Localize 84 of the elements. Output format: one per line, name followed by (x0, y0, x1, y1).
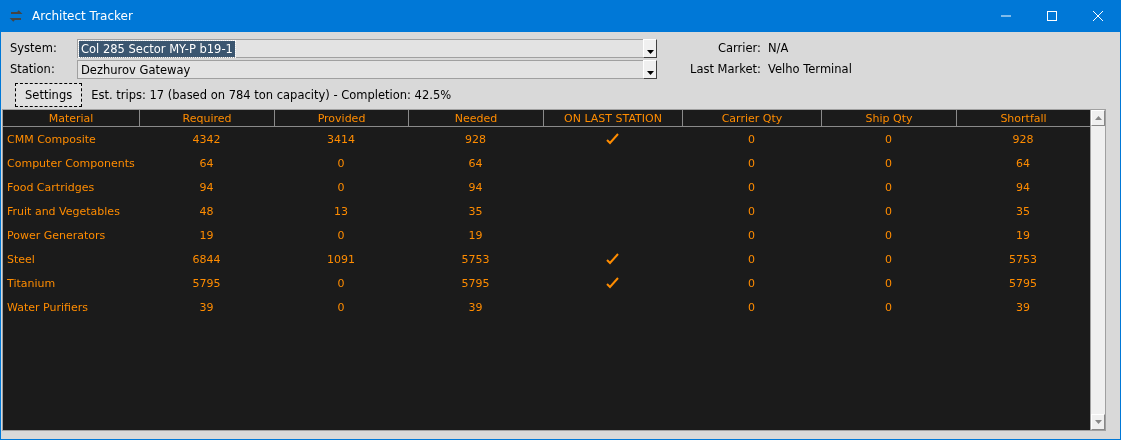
table-cell: 19 (199, 228, 214, 242)
scrollbar[interactable] (1090, 110, 1105, 430)
table-cell: 0 (885, 252, 892, 266)
table-cell: 0 (337, 228, 345, 242)
table-cell: 0 (748, 228, 755, 242)
table-cell: 0 (748, 204, 755, 218)
table-cell: Computer Components (7, 156, 135, 170)
table-cell: 5795 (192, 276, 221, 290)
table-cell: 64 (468, 156, 483, 170)
table-cell: 0 (885, 276, 892, 290)
table-cell: 0 (337, 276, 345, 290)
table-cell: 64 (199, 156, 214, 170)
field-label: Station: (10, 61, 56, 78)
table-cell: 0 (337, 156, 345, 170)
table-cell: 0 (885, 156, 892, 170)
field-label: Last Market: (688, 61, 761, 78)
table-cell: 19 (468, 228, 483, 242)
table-cell: 0 (748, 180, 755, 194)
table-cell: 0 (885, 180, 892, 194)
table-cell: 35 (468, 204, 483, 218)
table-cell: Power Generators (7, 228, 106, 242)
scroll-up-icon[interactable] (1094, 116, 1102, 120)
table-cell: 5795 (461, 276, 490, 290)
table-cell: 1091 (327, 252, 355, 266)
table-cell: 6844 (192, 252, 221, 266)
table-cell: 64 (1016, 156, 1030, 170)
column-header[interactable]: ON LAST STATION (543, 110, 682, 127)
close-icon[interactable] (1093, 11, 1103, 21)
field-label: System: (10, 40, 58, 57)
table-cell: 0 (337, 180, 345, 194)
market-value: Velho Terminal (768, 61, 852, 78)
dropdown-button[interactable] (643, 60, 657, 79)
table-cell: 48 (199, 204, 214, 218)
table-cell: 0 (337, 300, 345, 314)
table-cell: Fruit and Vegetables (7, 204, 120, 218)
table-cell: 39 (468, 300, 483, 314)
table-cell: 94 (199, 180, 214, 194)
table-cell: 0 (885, 132, 892, 146)
table-cell: 0 (748, 276, 755, 290)
caret-icon (646, 71, 654, 75)
table-cell: 0 (885, 228, 892, 242)
table-cell: 0 (748, 132, 755, 146)
dropdown-button[interactable] (643, 39, 657, 58)
table-cell: 35 (1016, 204, 1030, 218)
table-cell: 0 (885, 300, 892, 314)
column-header[interactable]: Required (139, 110, 274, 127)
table-cell: 39 (199, 300, 214, 314)
field-label: Carrier: (717, 40, 761, 57)
table-cell: Water Purifiers (7, 300, 88, 314)
table-cell: 928 (1012, 132, 1034, 146)
table-cell: CMM Composite (7, 132, 96, 146)
table-cell: 94 (1016, 180, 1030, 194)
arrows-icon (8, 9, 24, 23)
table-cell: 5753 (1009, 252, 1037, 266)
table-cell: 0 (748, 156, 755, 170)
table-cell: 5795 (1009, 276, 1037, 290)
table-cell: 5753 (461, 252, 490, 266)
table-cell: 0 (748, 252, 755, 266)
column-header[interactable]: Provided (274, 110, 408, 127)
table-cell: Food Cartridges (7, 180, 95, 194)
caret-icon (646, 50, 654, 54)
table-cell: Steel (7, 252, 35, 266)
table-cell: 13 (334, 204, 348, 218)
carrier-value: N/A (768, 40, 790, 57)
window-title: Architect Tracker (32, 9, 134, 23)
column-header[interactable]: Needed (408, 110, 543, 127)
maximize-icon[interactable] (1047, 11, 1057, 21)
column-header[interactable]: Carrier Qty (682, 110, 821, 127)
table-cell: 0 (748, 300, 755, 314)
summary-text: Est. trips: 17 (based on 784 ton capacity) - Completion: 42.5% (91, 88, 452, 102)
combo-field[interactable]: Dezhurov Gateway (77, 60, 643, 79)
table-cell: 928 (465, 132, 486, 146)
column-header[interactable]: Ship Qty (821, 110, 956, 127)
table-cell: 39 (1016, 300, 1030, 314)
combo-field[interactable]: Col 285 Sector MY-P b19-1 (77, 39, 643, 58)
table-cell: Titanium (7, 276, 56, 290)
settings-button[interactable]: Settings (15, 83, 83, 107)
column-header[interactable]: Material (3, 110, 139, 127)
table-cell: 4342 (192, 132, 221, 146)
table-cell: 19 (1016, 228, 1030, 242)
scroll-down-icon[interactable] (1094, 420, 1102, 424)
table-cell: 3414 (327, 132, 355, 146)
table-cell: 0 (885, 204, 892, 218)
table-cell: 94 (468, 180, 483, 194)
